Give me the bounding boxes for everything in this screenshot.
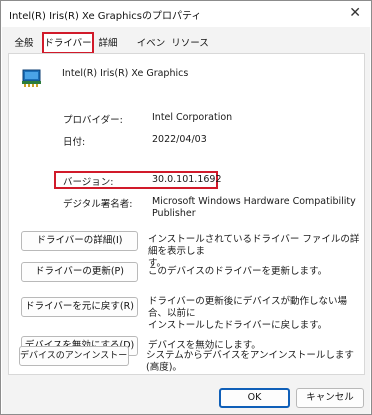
update-driver-desc: このデバイスのドライバーを更新します。 <box>148 266 360 278</box>
version-label: バージョン: <box>63 177 114 188</box>
update-driver-button[interactable]: ドライバーの更新(P) <box>21 262 138 282</box>
signer-value-line2: Publisher <box>152 208 196 219</box>
version-value: 30.0.101.1692 <box>152 174 222 185</box>
signer-value-line1: Microsoft Windows Hardware Compatibility <box>152 196 356 207</box>
date-value: 2022/04/03 <box>152 134 207 145</box>
signer-label: デジタル署名者: <box>63 199 133 210</box>
tab-events[interactable]: イベント <box>134 35 168 66</box>
driver-details-desc: インストールされているドライバー ファイルの詳細を表示しま す。 <box>148 234 360 270</box>
window-title: Intel(R) Iris(R) Xe Graphicsのプロパティ <box>9 11 202 22</box>
uninstall-device-button[interactable]: デバイスのアンインストール(U) <box>19 346 129 366</box>
uninstall-device-desc: システムからデバイスをアンインストールします (高度)。 <box>146 350 358 374</box>
display-adapter-icon <box>22 69 41 87</box>
rollback-driver-desc: ドライバーの更新後にデバイスが動作しない場合、以前に インストールしたドライバー… <box>148 296 360 332</box>
rollback-driver-button[interactable]: ドライバーを元に戻す(R) <box>21 297 138 317</box>
title-bar: Intel(R) Iris(R) Xe Graphicsのプロパティ ✕ <box>1 1 371 27</box>
tab-general[interactable]: 全般 <box>7 35 41 52</box>
provider-value: Intel Corporation <box>152 112 233 123</box>
close-icon[interactable]: ✕ <box>349 4 361 22</box>
desc-line: システムからデバイスをアンインストールします (高度)。 <box>146 350 354 373</box>
desc-line: インストールしたドライバーに戻します。 <box>148 320 328 331</box>
desc-line: インストールされているドライバー ファイルの詳細を表示しま <box>148 234 360 257</box>
tab-driver[interactable]: ドライバー <box>42 32 94 54</box>
dialog-content: 全般 ドライバー 詳細 イベント リソース Intel(R) Iris(R) X… <box>2 27 370 414</box>
driver-panel: Intel(R) Iris(R) Xe Graphics プロバイダー: Int… <box>8 53 365 375</box>
date-label: 日付: <box>63 137 86 148</box>
ok-button[interactable]: OK <box>219 388 290 408</box>
device-name: Intel(R) Iris(R) Xe Graphics <box>62 68 189 79</box>
tab-resources[interactable]: リソース <box>170 35 210 52</box>
driver-details-button[interactable]: ドライバーの詳細(I) <box>21 231 138 251</box>
properties-window: Intel(R) Iris(R) Xe Graphicsのプロパティ ✕ 全般 … <box>0 0 372 415</box>
desc-line: このデバイスのドライバーを更新します。 <box>148 266 328 277</box>
cancel-button[interactable]: キャンセル <box>296 388 364 408</box>
desc-line: ドライバーの更新後にデバイスが動作しない場合、以前に <box>148 296 348 319</box>
provider-label: プロバイダー: <box>63 115 123 126</box>
tab-details[interactable]: 詳細 <box>95 35 121 52</box>
